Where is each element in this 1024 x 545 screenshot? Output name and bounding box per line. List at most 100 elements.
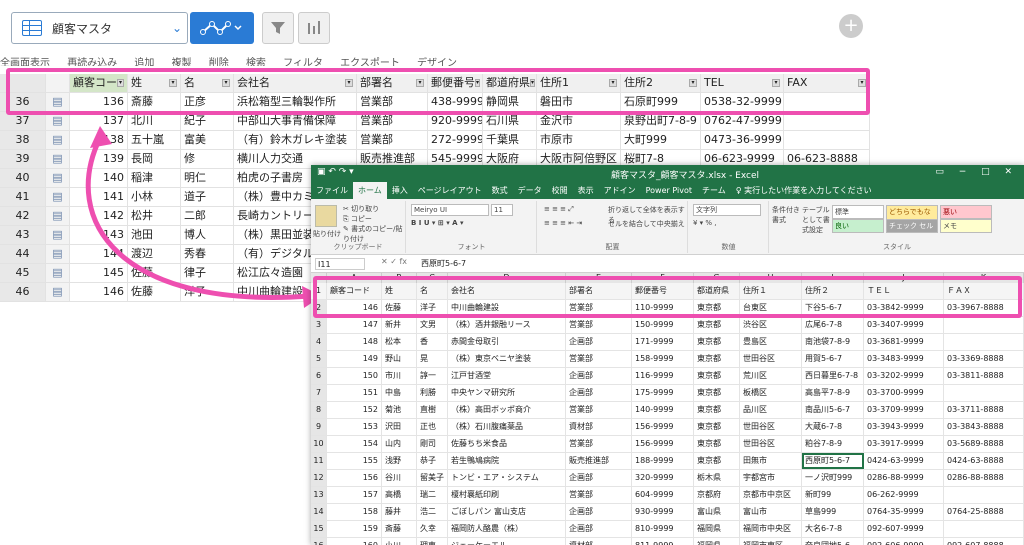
excel-row[interactable]: 5 149 野山晃（株）東京ベニヤ塗装 営業部 158-9999 東京都 世田谷区 用賀5-6… bbox=[311, 351, 1024, 368]
excel-cell[interactable]: 営業部 bbox=[566, 402, 632, 418]
excel-cell[interactable]: 恭子 bbox=[417, 453, 448, 469]
row-number[interactable]: 16 bbox=[311, 538, 327, 545]
excel-cell[interactable]: 930-9999 bbox=[632, 504, 694, 520]
format-as-table-button[interactable]: テーブルとして書式設定 bbox=[802, 205, 830, 235]
cell-dep[interactable]: 営業部 bbox=[357, 131, 428, 149]
excel-cell[interactable]: 810-9999 bbox=[632, 521, 694, 537]
excel-cell[interactable]: 渋谷区 bbox=[740, 317, 802, 333]
ribbon-tab[interactable]: 表示 bbox=[573, 182, 599, 199]
ribbon-tab[interactable]: ホーム bbox=[353, 182, 387, 199]
row-number[interactable]: 4 bbox=[311, 334, 327, 350]
excel-cell[interactable]: 諄一 bbox=[417, 368, 448, 384]
design-action[interactable]: デザイン bbox=[417, 58, 457, 66]
ribbon-tab[interactable]: ♀ 実行したい作業を入力してください bbox=[731, 182, 877, 199]
excel-cell[interactable]: 斎藤 bbox=[382, 521, 417, 537]
excel-cell[interactable]: ジェーケーエル bbox=[448, 538, 566, 545]
excel-cell[interactable]: 営業部 bbox=[566, 351, 632, 367]
paste-icon[interactable] bbox=[315, 205, 337, 227]
format-copy-button[interactable]: ✎ 書式のコピー/貼り付け bbox=[343, 224, 405, 244]
excel-cell[interactable]: 留美子 bbox=[417, 470, 448, 486]
excel-cell[interactable]: 世田谷区 bbox=[740, 419, 802, 435]
excel-row[interactable]: 9 153 沢田 正也 （株）石川腹痛薬品 資材部 156-9999 東京都 世田谷区 大蔵6-7… bbox=[311, 419, 1024, 436]
excel-cell[interactable]: 企画部 bbox=[566, 334, 632, 350]
add-action[interactable]: 追加 bbox=[134, 58, 154, 66]
excel-cell[interactable]: 品川区 bbox=[740, 402, 802, 418]
excel-cell[interactable]: 320-9999 bbox=[632, 470, 694, 486]
excel-cell[interactable]: 南品川5-6-7 bbox=[802, 402, 864, 418]
excel-cell[interactable]: 営業部 bbox=[566, 317, 632, 333]
excel-cell[interactable]: 企画部 bbox=[566, 504, 632, 520]
excel-cell[interactable]: 谷川 bbox=[382, 470, 417, 486]
excel-cell[interactable]: 江戸甘酒堂 bbox=[448, 368, 566, 384]
excel-cell[interactable]: 沢田 bbox=[382, 419, 417, 435]
excel-cell[interactable]: 604-9999 bbox=[632, 487, 694, 503]
ribbon-tab[interactable]: データ bbox=[513, 182, 547, 199]
excel-cell[interactable]: 154 bbox=[327, 436, 382, 452]
excel-row[interactable]: 8 152 菊池 直樹 （株）高田ボッポ商介 営業部 140-9999 東京都 品川区 南品川5-… bbox=[311, 402, 1024, 419]
excel-cell[interactable]: 福岡県 bbox=[694, 521, 740, 537]
delete-action[interactable]: 削除 bbox=[209, 58, 229, 66]
bold-italic-underline-buttons[interactable]: B I U ▾ ⊞ ▾ A ▾ bbox=[411, 219, 464, 227]
excel-cell[interactable]: 山内 bbox=[382, 436, 417, 452]
excel-cell[interactable]: 小川 bbox=[382, 538, 417, 545]
excel-cell[interactable]: 香 bbox=[417, 334, 448, 350]
excel-cell[interactable]: 荒川区 bbox=[740, 368, 802, 384]
row-number[interactable]: 14 bbox=[311, 504, 327, 520]
filter-action[interactable]: フィルタ bbox=[283, 58, 323, 66]
excel-cell[interactable]: 広尾6-7-8 bbox=[802, 317, 864, 333]
row-number[interactable]: 7 bbox=[311, 385, 327, 401]
fullscreen-action[interactable]: 全画面表示 bbox=[0, 58, 50, 66]
excel-cell[interactable]: 東京都 bbox=[694, 436, 740, 452]
excel-cell[interactable]: 160 bbox=[327, 538, 382, 545]
excel-cell[interactable]: 直樹 bbox=[417, 402, 448, 418]
excel-cell[interactable]: 資材部 bbox=[566, 419, 632, 435]
excel-cell[interactable]: 京都市中京区 bbox=[740, 487, 802, 503]
excel-cell[interactable]: 藤井 bbox=[382, 504, 417, 520]
excel-cell[interactable]: 06-262-9999 bbox=[864, 487, 944, 503]
excel-cell[interactable]: 正也 bbox=[417, 419, 448, 435]
save-icon[interactable]: ▣ ↶ ↷ ▾ bbox=[317, 167, 354, 177]
excel-cell[interactable]: 116-9999 bbox=[632, 368, 694, 384]
excel-cell[interactable] bbox=[944, 317, 1024, 333]
excel-cell[interactable] bbox=[944, 521, 1024, 537]
excel-cell[interactable]: 宇都宮市 bbox=[740, 470, 802, 486]
name-box[interactable]: I11 bbox=[315, 258, 365, 270]
excel-cell[interactable]: 159 bbox=[327, 521, 382, 537]
style-check-cell[interactable]: チェック セル bbox=[886, 219, 938, 233]
excel-cell[interactable]: 0764-35-9999 bbox=[864, 504, 944, 520]
excel-cell[interactable]: 0764-25-8888 bbox=[944, 504, 1024, 520]
excel-cell[interactable]: （株）酒井銀融リース bbox=[448, 317, 566, 333]
excel-cell[interactable]: 営業部 bbox=[566, 436, 632, 452]
excel-cell[interactable]: 松本 bbox=[382, 334, 417, 350]
excel-cell[interactable]: 156 bbox=[327, 470, 382, 486]
excel-cell[interactable]: 150-9999 bbox=[632, 317, 694, 333]
excel-cell[interactable]: 粕谷7-8-9 bbox=[802, 436, 864, 452]
align-icons[interactable]: ≡ ≡ ≡ ⤢ bbox=[544, 205, 574, 214]
excel-cell[interactable]: 市川 bbox=[382, 368, 417, 384]
excel-cell[interactable]: 高橋 bbox=[382, 487, 417, 503]
style-memo[interactable]: メモ bbox=[940, 219, 992, 233]
cell-fax[interactable] bbox=[784, 131, 870, 149]
excel-cell[interactable]: 東京都 bbox=[694, 453, 740, 469]
excel-cell[interactable]: 東京都 bbox=[694, 385, 740, 401]
excel-cell[interactable]: （株）石川腹痛薬品 bbox=[448, 419, 566, 435]
excel-cell[interactable]: 東京都 bbox=[694, 368, 740, 384]
excel-cell[interactable]: 157 bbox=[327, 487, 382, 503]
number-format-select[interactable]: 文字列 bbox=[693, 204, 761, 216]
excel-cell[interactable]: 大名6-7-8 bbox=[802, 521, 864, 537]
conditional-format-button[interactable]: 条件付き書式 bbox=[772, 205, 800, 225]
excel-cell[interactable]: 利勝 bbox=[417, 385, 448, 401]
excel-cell[interactable]: 新井 bbox=[382, 317, 417, 333]
excel-cell[interactable]: 瑞二 bbox=[417, 487, 448, 503]
reload-action[interactable]: 再読み込み bbox=[67, 58, 117, 66]
excel-cell[interactable]: 中央ヤンマ研究所 bbox=[448, 385, 566, 401]
ribbon-tab[interactable]: 挿入 bbox=[387, 182, 413, 199]
excel-cell[interactable]: 田無市 bbox=[740, 453, 802, 469]
excel-cell[interactable]: 剛司 bbox=[417, 436, 448, 452]
excel-cell[interactable]: 中島 bbox=[382, 385, 417, 401]
excel-cell[interactable]: トンビ・エア・システム bbox=[448, 470, 566, 486]
excel-cell[interactable]: 東京都 bbox=[694, 351, 740, 367]
excel-cell[interactable]: 企画部 bbox=[566, 368, 632, 384]
add-view-button[interactable]: + bbox=[839, 14, 863, 38]
excel-cell[interactable]: 03-3843-8888 bbox=[944, 419, 1024, 435]
